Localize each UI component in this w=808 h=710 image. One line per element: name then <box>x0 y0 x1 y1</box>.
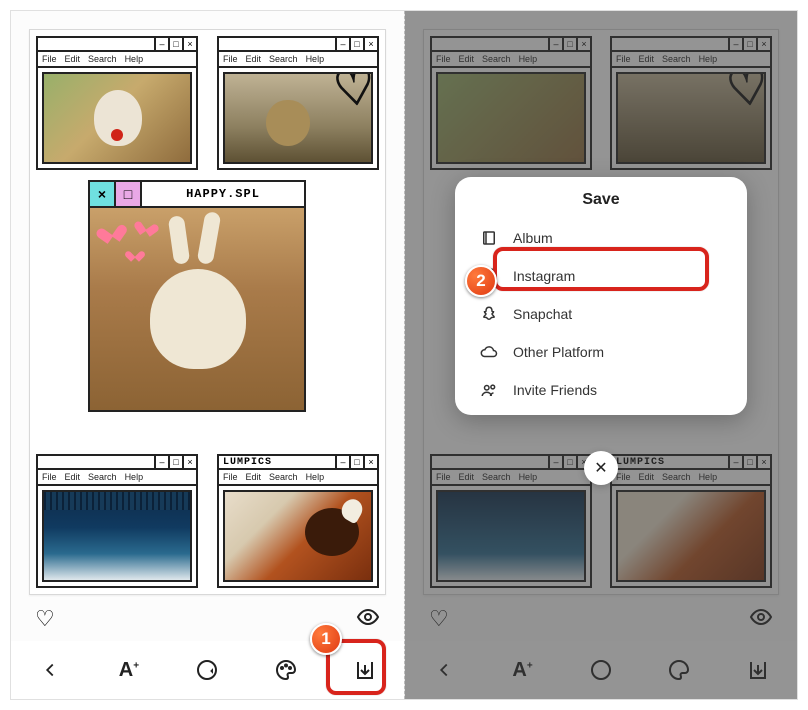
eye-icon[interactable] <box>749 605 773 634</box>
retro-window-bottom-left: –□× FileEditSearchHelp <box>36 454 198 588</box>
collage-canvas: – □ × File Edit Search Help –□× <box>29 29 386 595</box>
titlebar-square-icon: □ <box>168 38 182 50</box>
album-icon <box>479 229 499 247</box>
save-option-album[interactable]: Album <box>455 219 747 257</box>
panel-separator <box>404 11 405 699</box>
heart-icon <box>129 247 141 257</box>
heart-outline-icon[interactable]: ♡ <box>35 606 55 632</box>
photo-rabbit <box>90 208 304 410</box>
photo-cat: ♡ <box>223 72 373 164</box>
panel-left: – □ × File Edit Search Help –□× <box>11 11 404 699</box>
heart-outline-icon[interactable]: ♡ <box>429 606 449 632</box>
save-modal-title: Save <box>455 191 747 209</box>
download-button[interactable] <box>735 647 781 693</box>
titlebar-x-icon: × <box>182 38 196 50</box>
heart-icon <box>101 219 122 238</box>
modal-close-button[interactable]: ✕ <box>584 451 618 485</box>
palette-tool-button[interactable] <box>263 647 309 693</box>
cloud-icon <box>479 343 499 361</box>
window-title-lumpics: LUMPICS <box>219 456 272 468</box>
save-option-other[interactable]: Other Platform <box>455 333 747 371</box>
comparison-container: – □ × File Edit Search Help –□× <box>10 10 798 700</box>
close-icon: ✕ <box>594 458 607 478</box>
save-modal: Save Album Instagram Snapchat Other Plat… <box>455 177 747 415</box>
retro-window-bottom-right: LUMPICS –□× FileEditSearchHelp <box>217 454 379 588</box>
palette-tool-button[interactable] <box>656 647 702 693</box>
sticker-tool-button[interactable] <box>184 647 230 693</box>
back-button[interactable] <box>27 647 73 693</box>
retro-window-top-right: –□× File Edit Search Help ♡ <box>217 36 379 170</box>
back-button[interactable] <box>421 647 467 693</box>
photo-dog <box>42 72 192 164</box>
menu-help: Help <box>125 54 144 64</box>
center-window-titlebar: × □ HAPPY.SPL <box>90 182 304 208</box>
retro-window-top-left: – □ × File Edit Search Help <box>36 36 198 170</box>
center-window-title: HAPPY.SPL <box>142 182 304 206</box>
panel-right: –□× FileEditSearchHelp –□× FileEditSearc… <box>404 11 797 699</box>
snapchat-icon <box>479 305 499 323</box>
window-titlebar: – □ × <box>38 38 196 52</box>
save-option-snapchat[interactable]: Snapchat <box>455 295 747 333</box>
text-tool-button[interactable]: A+ <box>106 647 152 693</box>
heart-drawn-icon: ♡ <box>330 72 373 119</box>
eye-icon[interactable] <box>356 605 380 634</box>
bottom-toolbar: A+ <box>11 641 404 699</box>
sticker-tool-button[interactable] <box>578 647 624 693</box>
menu-item-label: Invite Friends <box>513 382 597 398</box>
close-icon: × <box>90 182 116 206</box>
menu-edit: Edit <box>65 54 81 64</box>
menu-item-label: Album <box>513 230 553 246</box>
heart-icon <box>139 216 155 231</box>
text-tool-button[interactable]: A+ <box>500 647 546 693</box>
save-option-invite[interactable]: Invite Friends <box>455 371 747 409</box>
save-option-instagram[interactable]: Instagram <box>455 257 747 295</box>
menu-item-label: Snapchat <box>513 306 572 322</box>
menu-file: File <box>42 54 57 64</box>
minimize-icon: □ <box>116 182 142 206</box>
menu-search: Search <box>88 54 117 64</box>
annotation-badge-1: 1 <box>310 623 342 655</box>
invite-icon <box>479 381 499 399</box>
download-button[interactable] <box>342 647 388 693</box>
photo-redpanda <box>223 490 373 582</box>
photo-night <box>42 490 192 582</box>
annotation-badge-2: 2 <box>465 265 497 297</box>
menu-item-label: Instagram <box>513 268 575 284</box>
titlebar-dash-icon: – <box>154 38 168 50</box>
menu-item-label: Other Platform <box>513 344 604 360</box>
window-menu: File Edit Search Help <box>38 52 196 68</box>
retro-window-center: × □ HAPPY.SPL <box>88 180 306 412</box>
